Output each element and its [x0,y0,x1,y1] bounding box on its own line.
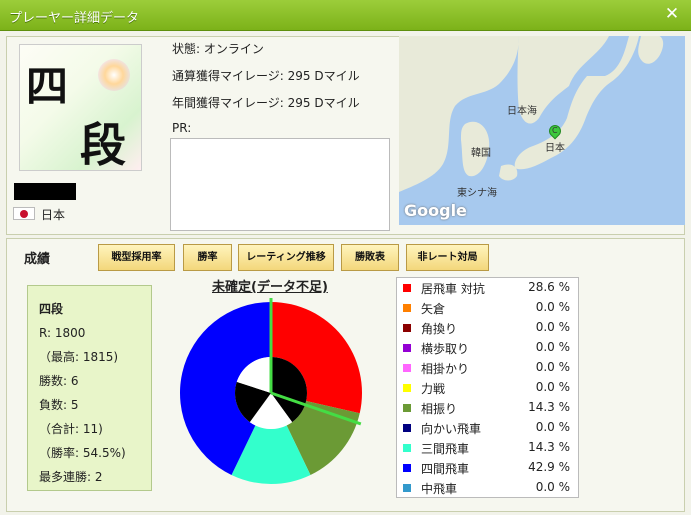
legend-label: 横歩取り [421,342,470,356]
strategy-rate-button[interactable]: 戦型採用率 [98,244,175,271]
stats-win-rate: （勝率: 54.5%) [39,446,126,460]
win-rate-button[interactable]: 勝率 [183,244,232,271]
legend-swatch [403,424,411,432]
status-text: 状態: オンライン [172,42,264,56]
legend-percent: 42.9 % [528,460,570,474]
stats-rank: 四段 [39,302,64,316]
close-icon[interactable]: ✕ [663,5,681,23]
map-pin-label: C [552,126,558,135]
legend-percent: 0.0 % [535,340,570,354]
legend-swatch [403,384,411,392]
rank-char-dan: 段 [80,118,126,172]
legend-label: 居飛車 対抗 [421,282,485,296]
map-label-japan: 日本 [545,143,565,154]
annual-mileage: 年間獲得マイレージ: 295 Dマイル [172,96,360,110]
stats-wins: 勝数: 6 [39,374,79,388]
japan-flag-icon [13,207,35,220]
strategy-pie-chart [180,298,362,484]
stats-box: 四段 R: 1800 （最高: 1815) 勝数: 6 負数: 5 （合計: 1… [27,285,152,491]
legend-percent: 28.6 % [528,280,570,294]
legend-percent: 14.3 % [528,440,570,454]
rank-card: 四 段 [19,44,142,172]
legend-swatch [403,324,411,332]
legend-item: 相振り 14.3 % [397,398,580,418]
country-label: 日本 [41,208,66,222]
stats-rating: R: 1800 [39,326,86,340]
stats-streak: 最多連勝: 2 [39,470,103,484]
map-label-east-china-sea: 東シナ海 [457,188,497,199]
legend-swatch [403,344,411,352]
legend-percent: 0.0 % [535,300,570,314]
legend-label: 向かい飛車 [421,422,482,436]
legend-item: 中飛車 0.0 % [397,478,580,498]
results-table-button[interactable]: 勝敗表 [341,244,399,271]
legend-percent: 0.0 % [535,380,570,394]
legend-swatch [403,304,411,312]
record-title: 成績 [24,252,51,267]
window-title: プレーヤー詳細データ [9,11,140,26]
legend-percent: 0.0 % [535,480,570,494]
chart-legend: 居飛車 対抗 28.6 % 矢倉 0.0 % 角換り 0.0 % 横歩取り 0.0 % 相掛かり… [396,277,579,498]
legend-percent: 0.0 % [535,420,570,434]
stats-max-rating: （最高: 1815) [39,350,119,364]
legend-item: 相掛かり 0.0 % [397,358,580,378]
map-label-sea-of-japan: 日本海 [507,106,537,117]
player-name-redacted [14,183,76,200]
pr-label: PR: [172,121,192,135]
title-bar: プレーヤー詳細データ ✕ [0,0,691,31]
rating-history-button[interactable]: レーティング推移 [238,244,334,271]
legend-label: 角換り [421,322,458,336]
legend-percent: 0.0 % [535,320,570,334]
legend-swatch [403,284,411,292]
stats-losses: 負数: 5 [39,398,79,412]
unrated-games-button[interactable]: 非レート対局 [406,244,489,271]
legend-swatch [403,484,411,492]
map-label-korea: 韓国 [471,148,491,159]
google-logo: Google [404,201,467,220]
legend-swatch [403,404,411,412]
legend-item: 居飛車 対抗 28.6 % [397,278,580,298]
legend-item: 横歩取り 0.0 % [397,338,580,358]
legend-percent: 14.3 % [528,400,570,414]
legend-item: 角換り 0.0 % [397,318,580,338]
legend-swatch [403,444,411,452]
legend-item: 三間飛車 14.3 % [397,438,580,458]
legend-label: 矢倉 [421,302,446,316]
legend-item: 向かい飛車 0.0 % [397,418,580,438]
stats-total: （合計: 11) [39,422,103,436]
sparkle-glow [98,59,130,91]
legend-swatch [403,364,411,372]
legend-label: 力戦 [421,382,446,396]
legend-item: 四間飛車 42.9 % [397,458,580,478]
legend-item: 矢倉 0.0 % [397,298,580,318]
legend-item: 力戦 0.0 % [397,378,580,398]
pr-textbox[interactable] [170,138,390,231]
legend-label: 中飛車 [421,482,458,496]
map-land [399,36,664,192]
legend-label: 相振り [421,402,458,416]
legend-label: 三間飛車 [421,442,470,456]
legend-percent: 0.0 % [535,360,570,374]
legend-label: 相掛かり [421,362,470,376]
total-mileage: 通算獲得マイレージ: 295 Dマイル [172,69,360,83]
location-map[interactable]: 日本海 韓国 日本 東シナ海 C Google [399,36,685,225]
legend-swatch [403,464,411,472]
legend-label: 四間飛車 [421,462,470,476]
rank-char-shi: 四 [26,62,69,111]
